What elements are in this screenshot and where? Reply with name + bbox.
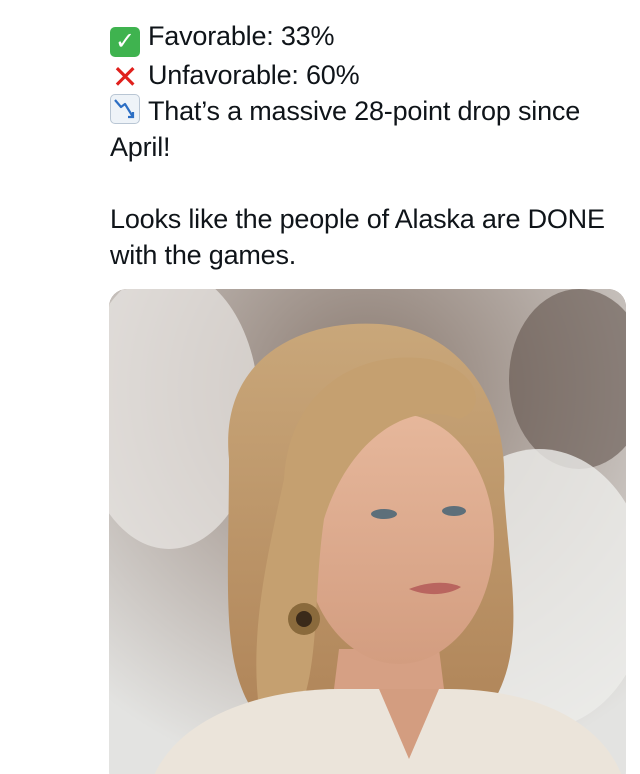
drop-line: That’s a massive 28-point drop since Apr… <box>110 93 630 165</box>
closing-paragraph: Looks like the people of Alaska are DONE… <box>110 204 605 270</box>
check-mark-icon: ✓ <box>110 27 140 57</box>
woman-portrait-image <box>109 289 626 774</box>
drop-text: That’s a massive 28-point drop since Apr… <box>110 96 581 162</box>
unfavorable-line: ✕ Unfavorable: 60% <box>110 57 630 93</box>
tweet-media-photo[interactable] <box>109 289 626 774</box>
favorable-line: ✓ Favorable: 33% <box>110 18 630 57</box>
unfavorable-text: Unfavorable: 60% <box>148 60 360 90</box>
tweet-text: ✓ Favorable: 33% ✕ Unfavorable: 60% That’s… <box>110 18 630 273</box>
favorable-text: Favorable: 33% <box>148 21 335 51</box>
cross-mark-icon: ✕ <box>111 59 139 95</box>
chart-decreasing-icon <box>110 94 140 124</box>
